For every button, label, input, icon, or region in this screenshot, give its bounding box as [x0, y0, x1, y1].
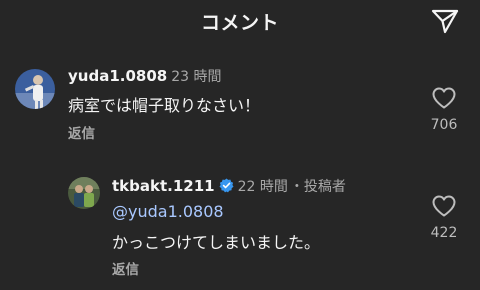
comments-header: コメント [0, 0, 480, 46]
reply-timestamp: 22 時間 [237, 179, 288, 195]
comment-username[interactable]: yuda1.0808 [68, 67, 167, 85]
page-title: コメント [200, 12, 279, 34]
like-count: 706 [430, 117, 458, 133]
author-tag: ・投稿者 [289, 179, 346, 195]
paper-plane-icon[interactable] [430, 7, 460, 35]
comments-screen: コメント yuda1.0808 23 時間 病室では帽子取りなさい！ 返信 706 [0, 0, 480, 290]
avatar[interactable] [68, 177, 100, 209]
comment-timestamp: 23 時間 [171, 69, 222, 85]
reply-header: tkbakt.1211 22 時間 ・投稿者 [112, 176, 346, 196]
like-count: 422 [430, 225, 458, 241]
verified-badge-icon [219, 178, 234, 193]
avatar-image [68, 177, 100, 209]
reply-username[interactable]: tkbakt.1211 [112, 177, 215, 195]
reply-button[interactable]: 返信 [68, 122, 95, 142]
avatar-image [15, 69, 55, 109]
comment-header: yuda1.0808 23 時間 [68, 66, 221, 86]
mention-link[interactable]: @yuda1.0808 [112, 202, 224, 221]
reply-button[interactable]: 返信 [112, 258, 139, 278]
comment-text: 病室では帽子取りなさい！ [68, 96, 261, 115]
avatar[interactable] [15, 69, 55, 109]
heart-outline-icon[interactable] [431, 86, 457, 110]
heart-outline-icon[interactable] [431, 194, 457, 218]
reply-text: かっこつけてしまいました。 [112, 233, 321, 252]
